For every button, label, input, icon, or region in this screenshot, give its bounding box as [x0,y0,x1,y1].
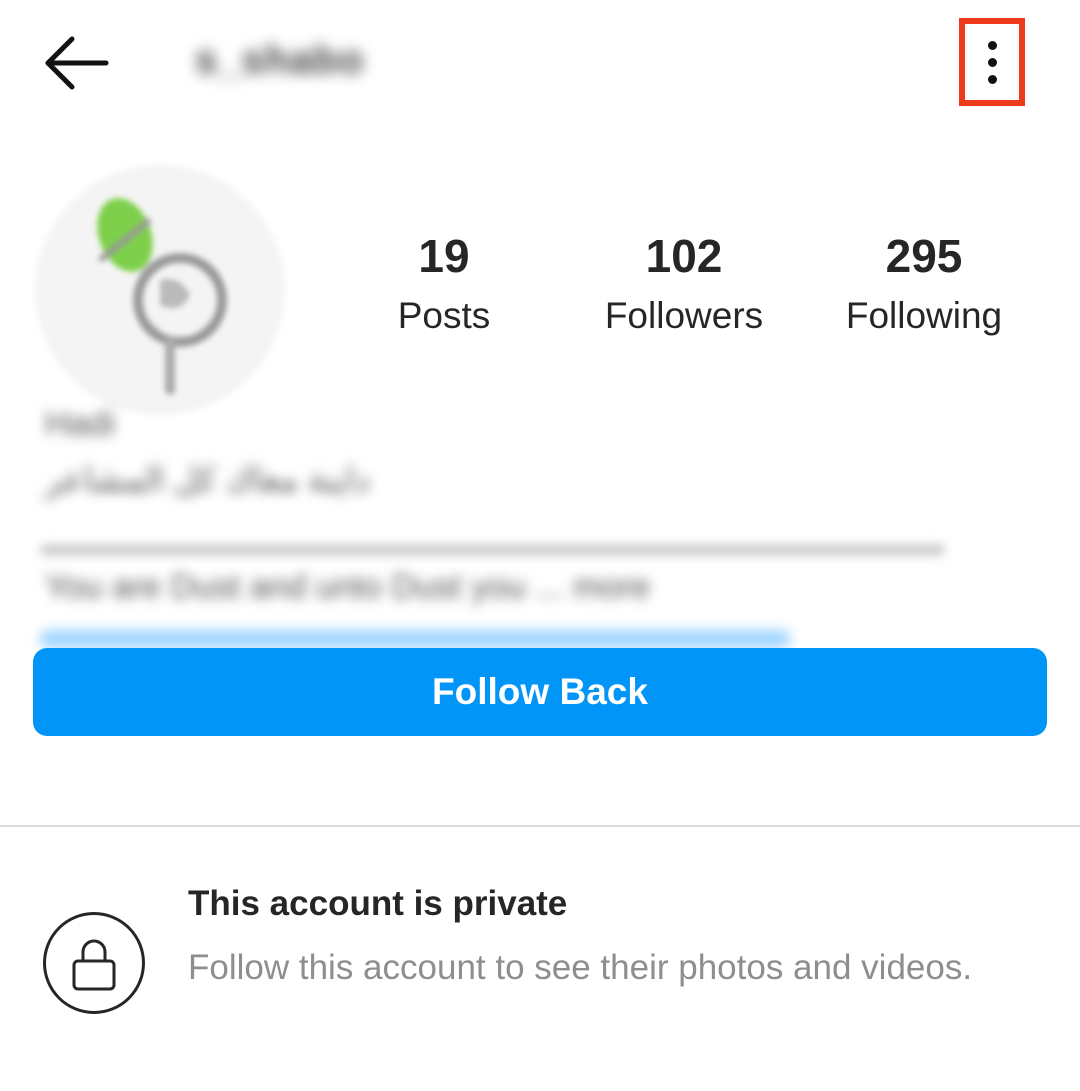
followers-count: 102 [645,230,723,282]
back-button[interactable] [40,30,112,96]
bio-divider [40,544,945,556]
follow-back-button[interactable]: Follow Back [33,648,1047,736]
following-count: 295 [885,230,963,282]
private-account-title: This account is private [188,884,568,923]
profile-avatar[interactable] [30,160,290,420]
private-account-subtitle: Follow this account to see their photos … [188,948,973,987]
vertical-dots-icon-dot2 [987,57,997,67]
profile-username: s_shabo [195,38,365,82]
lock-icon [43,912,145,1014]
followers-stat[interactable]: 102 Followers [584,226,784,346]
following-stat[interactable]: 295 Following [824,226,1024,346]
bio-link[interactable] [40,630,790,648]
bio-quote[interactable]: You are Dust and unto Dust you ... more [45,568,650,607]
arrow-left-icon [45,36,109,90]
section-divider [0,825,1080,827]
following-label: Following [845,295,1003,336]
vertical-dots-icon-dot3 [987,74,997,84]
followers-label: Followers [604,295,764,336]
bio-text: داينة معاك كل المشاعر [45,461,371,499]
posts-label: Posts [397,295,491,336]
posts-stat[interactable]: 19 Posts [344,226,544,346]
more-options-button[interactable] [959,18,1025,106]
bio-name: Hadi [45,405,115,443]
posts-count: 19 [418,230,470,282]
vertical-dots-icon [987,40,997,50]
